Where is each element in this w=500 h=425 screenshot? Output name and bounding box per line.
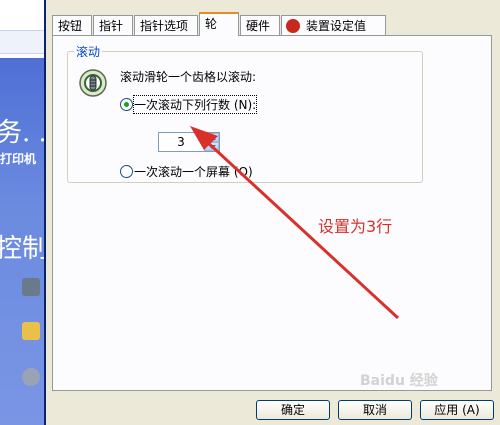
annotation-arrow (190, 126, 400, 320)
annotation-text: 设置为3行 (318, 217, 393, 236)
tab-wheel[interactable]: 轮 (199, 12, 239, 36)
watermark: Baidu 经验 (360, 373, 438, 389)
